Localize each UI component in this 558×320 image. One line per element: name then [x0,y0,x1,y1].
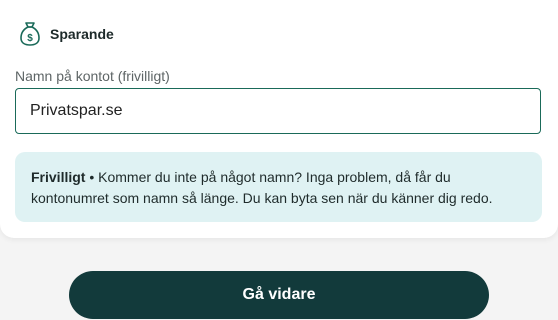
card-header: $ Sparande [19,21,114,47]
svg-text:$: $ [27,33,33,44]
account-name-input[interactable] [16,89,540,133]
info-strong: Frivilligt [31,169,86,185]
money-bag-icon: $ [19,21,41,47]
info-box: Frivilligt • Kommer du inte på något nam… [15,152,542,222]
info-text: Kommer du inte på något namn? Inga probl… [31,169,493,206]
continue-button[interactable]: Gå vidare [69,271,489,319]
account-card: $ Sparande Namn på kontot (frivilligt) F… [0,0,558,238]
info-separator: • [85,169,99,185]
account-name-label: Namn på kontot (frivilligt) [15,68,170,84]
account-name-field-wrapper [15,88,541,134]
card-title: Sparande [50,26,114,42]
